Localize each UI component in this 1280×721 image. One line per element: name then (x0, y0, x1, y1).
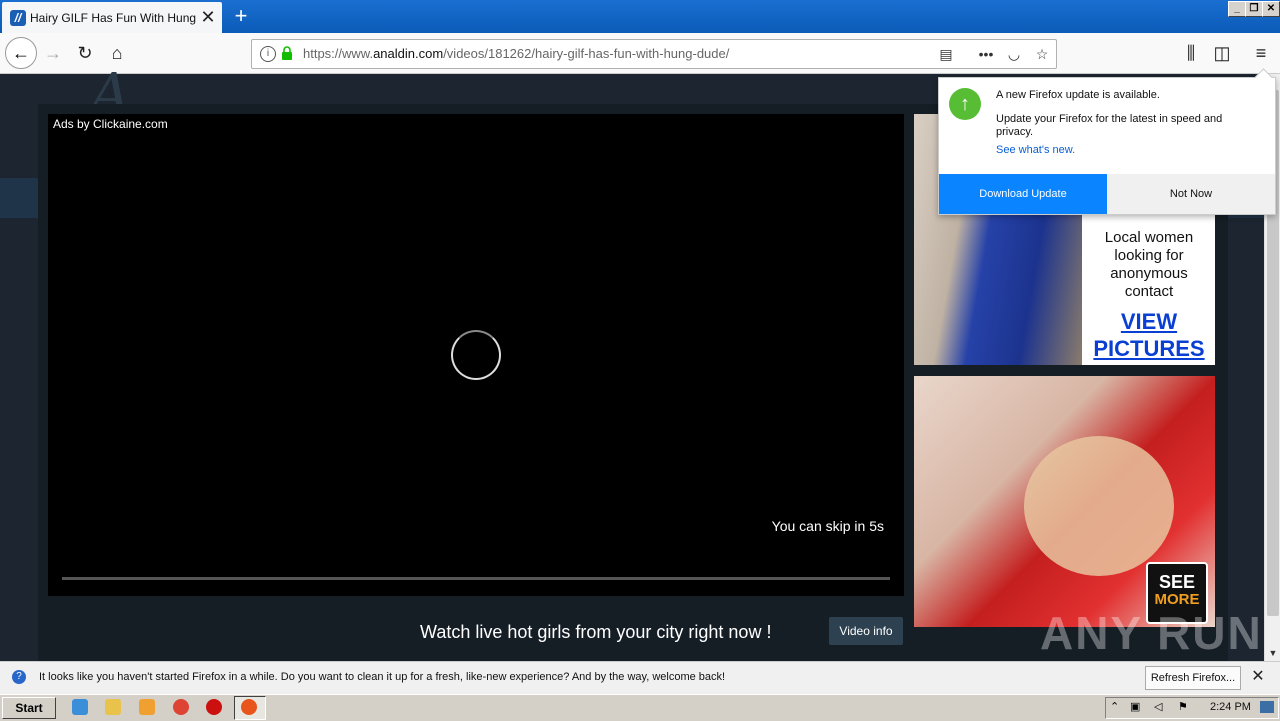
ie-icon[interactable] (72, 699, 88, 715)
see-label: SEE (1158, 572, 1196, 592)
opera-icon[interactable] (206, 699, 222, 715)
lock-icon (282, 46, 292, 60)
popup-body: Update your Firefox for the latest in sp… (996, 113, 1223, 138)
chrome-icon[interactable] (173, 699, 189, 715)
view-pictures-link[interactable]: VIEW PICTURES (1086, 308, 1212, 362)
close-window-button[interactable]: ✕ (1262, 1, 1280, 17)
url-scheme: https://www. (303, 46, 374, 61)
video-player[interactable]: Ads by Clickaine.com You can skip in 5s (48, 114, 904, 596)
update-arrow-icon: ↑ (949, 88, 981, 120)
flag-icon[interactable]: ⚑ (1178, 700, 1188, 713)
download-update-button[interactable]: Download Update (939, 174, 1107, 214)
minimize-window-button[interactable]: _ (1228, 1, 1246, 17)
live-girls-link[interactable]: Watch live hot girls from your city righ… (420, 622, 771, 643)
update-popup: ↑ A new Firefox update is available. Upd… (938, 68, 1276, 215)
favicon-icon: // (10, 10, 26, 26)
scroll-down-icon[interactable]: ▼ (1265, 645, 1280, 661)
tab-title: Hairy GILF Has Fun With Hung Dude (30, 11, 196, 25)
loading-spinner-icon (451, 330, 501, 380)
menu-icon[interactable]: ≡ (1246, 38, 1276, 68)
browser-tab[interactable]: // Hairy GILF Has Fun With Hung Dude ✕ (2, 2, 222, 33)
notification-bar: ? It looks like you haven't started Fire… (0, 661, 1280, 694)
ads-by-label[interactable]: Ads by Clickaine.com (53, 117, 168, 131)
skip-ad-countdown: You can skip in 5s (771, 518, 884, 534)
url-path: /videos/181262/hairy-gilf-has-fun-with-h… (443, 46, 730, 61)
ad-photo (1024, 436, 1174, 576)
url-text: https://www.analdin.com/videos/181262/ha… (303, 46, 729, 61)
anyrun-watermark: ANY RUN (1040, 607, 1263, 659)
volume-icon[interactable]: ◁ (1154, 700, 1162, 713)
start-button[interactable]: Start (2, 697, 56, 719)
reader-view-icon[interactable]: ▤ (936, 44, 956, 64)
close-notification-icon[interactable]: ✕ (1249, 666, 1267, 688)
question-icon: ? (12, 670, 26, 684)
navigation-bar: ← → ↻ ⌂ i https://www.analdin.com/videos… (0, 33, 1280, 74)
video-progress-bar[interactable] (62, 577, 890, 580)
pocket-icon[interactable]: ◡ (1004, 44, 1024, 64)
site-info-icon[interactable]: i (260, 46, 276, 62)
library-icon[interactable]: ⫼ (1176, 38, 1206, 68)
forward-button[interactable]: → (38, 38, 68, 68)
new-tab-button[interactable]: + (231, 3, 251, 29)
firefox-taskbar-button[interactable] (234, 696, 266, 720)
media-player-icon[interactable] (139, 699, 155, 715)
url-domain: analdin.com (373, 46, 444, 61)
maximize-window-button[interactable]: ❐ (1245, 1, 1263, 17)
popup-title: A new Firefox update is available. (996, 89, 1160, 101)
whats-new-link[interactable]: See what's new. (996, 144, 1075, 156)
sidebar-icon[interactable]: ◫ (1207, 38, 1237, 68)
banner-ad-bottom[interactable]: SEE MORE (914, 376, 1215, 627)
firefox-icon (241, 699, 257, 715)
close-tab-icon[interactable]: ✕ (200, 7, 216, 27)
video-info-button[interactable]: Video info (829, 617, 903, 645)
clock[interactable]: 2:24 PM (1210, 701, 1251, 713)
not-now-button[interactable]: Not Now (1107, 174, 1275, 214)
system-tray: ⌃ ▣ ◁ ⚑ 2:24 PM (1105, 697, 1279, 719)
bookmark-star-icon[interactable]: ☆ (1032, 44, 1052, 64)
tab-bar: // Hairy GILF Has Fun With Hung Dude ✕ +… (0, 0, 1280, 33)
explorer-icon[interactable] (105, 699, 121, 715)
network-icon[interactable]: ▣ (1130, 700, 1140, 713)
taskbar: Start ⌃ ▣ ◁ ⚑ 2:24 PM (0, 694, 1280, 721)
refresh-firefox-button[interactable]: Refresh Firefox... (1145, 666, 1241, 690)
notification-text: It looks like you haven't started Firefo… (39, 671, 726, 683)
back-button[interactable]: ← (5, 37, 37, 69)
ad-text: Local women looking for anonymous contac… (1104, 229, 1194, 300)
show-desktop-icon[interactable] (1260, 701, 1274, 713)
url-bar[interactable]: i https://www.analdin.com/videos/181262/… (251, 39, 1057, 69)
tray-expand-icon[interactable]: ⌃ (1110, 700, 1119, 713)
page-actions-icon[interactable]: ••• (976, 44, 996, 64)
